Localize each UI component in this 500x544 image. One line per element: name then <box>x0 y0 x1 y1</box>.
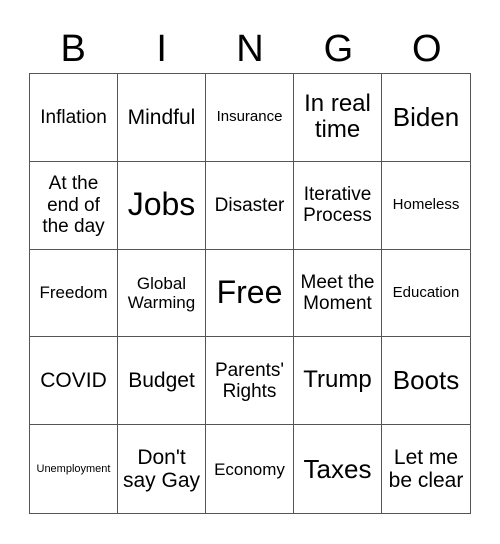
bingo-grid: Inflation Mindful Insurance In real time… <box>29 73 471 514</box>
bingo-cell[interactable]: Inflation <box>30 74 118 162</box>
bingo-cell[interactable]: Budget <box>118 337 206 426</box>
bingo-cell[interactable]: Boots <box>382 337 470 426</box>
bingo-cell[interactable]: Unemployment <box>30 425 118 513</box>
header-letter-n: N <box>236 28 264 70</box>
bingo-header: B I N G O <box>29 26 471 72</box>
bingo-cell[interactable]: Meet the Moment <box>294 249 382 338</box>
bingo-cell free-space[interactable]: Free <box>206 249 294 338</box>
bingo-cell[interactable]: Homeless <box>382 162 470 250</box>
bingo-cell[interactable]: Global Warming <box>118 249 206 338</box>
header-letter-o: O <box>412 28 442 70</box>
bingo-cell[interactable]: Don't say Gay <box>118 425 206 513</box>
bingo-cell[interactable]: At the end of the day <box>30 161 118 250</box>
bingo-cell[interactable]: Disaster <box>206 161 294 250</box>
bingo-cell[interactable]: Biden <box>382 74 470 162</box>
bingo-cell[interactable]: Taxes <box>294 425 382 513</box>
header-letter-b: B <box>60 28 86 70</box>
bingo-cell[interactable]: Mindful <box>118 74 206 162</box>
header-letter-g: G <box>323 28 354 70</box>
bingo-cell[interactable]: In real time <box>294 74 382 162</box>
bingo-cell[interactable]: Insurance <box>206 74 294 162</box>
bingo-cell[interactable]: Let me be clear <box>382 425 470 513</box>
bingo-cell[interactable]: COVID <box>30 337 118 426</box>
bingo-cell[interactable]: Jobs <box>118 161 206 250</box>
bingo-cell[interactable]: Economy <box>206 425 294 513</box>
bingo-cell[interactable]: Parents' Rights <box>206 337 294 426</box>
bingo-cell[interactable]: Iterative Process <box>294 161 382 250</box>
bingo-cell[interactable]: Freedom <box>30 249 118 338</box>
bingo-cell[interactable]: Education <box>382 250 470 338</box>
header-letter-i: I <box>156 28 167 70</box>
bingo-cell[interactable]: Trump <box>294 337 382 426</box>
